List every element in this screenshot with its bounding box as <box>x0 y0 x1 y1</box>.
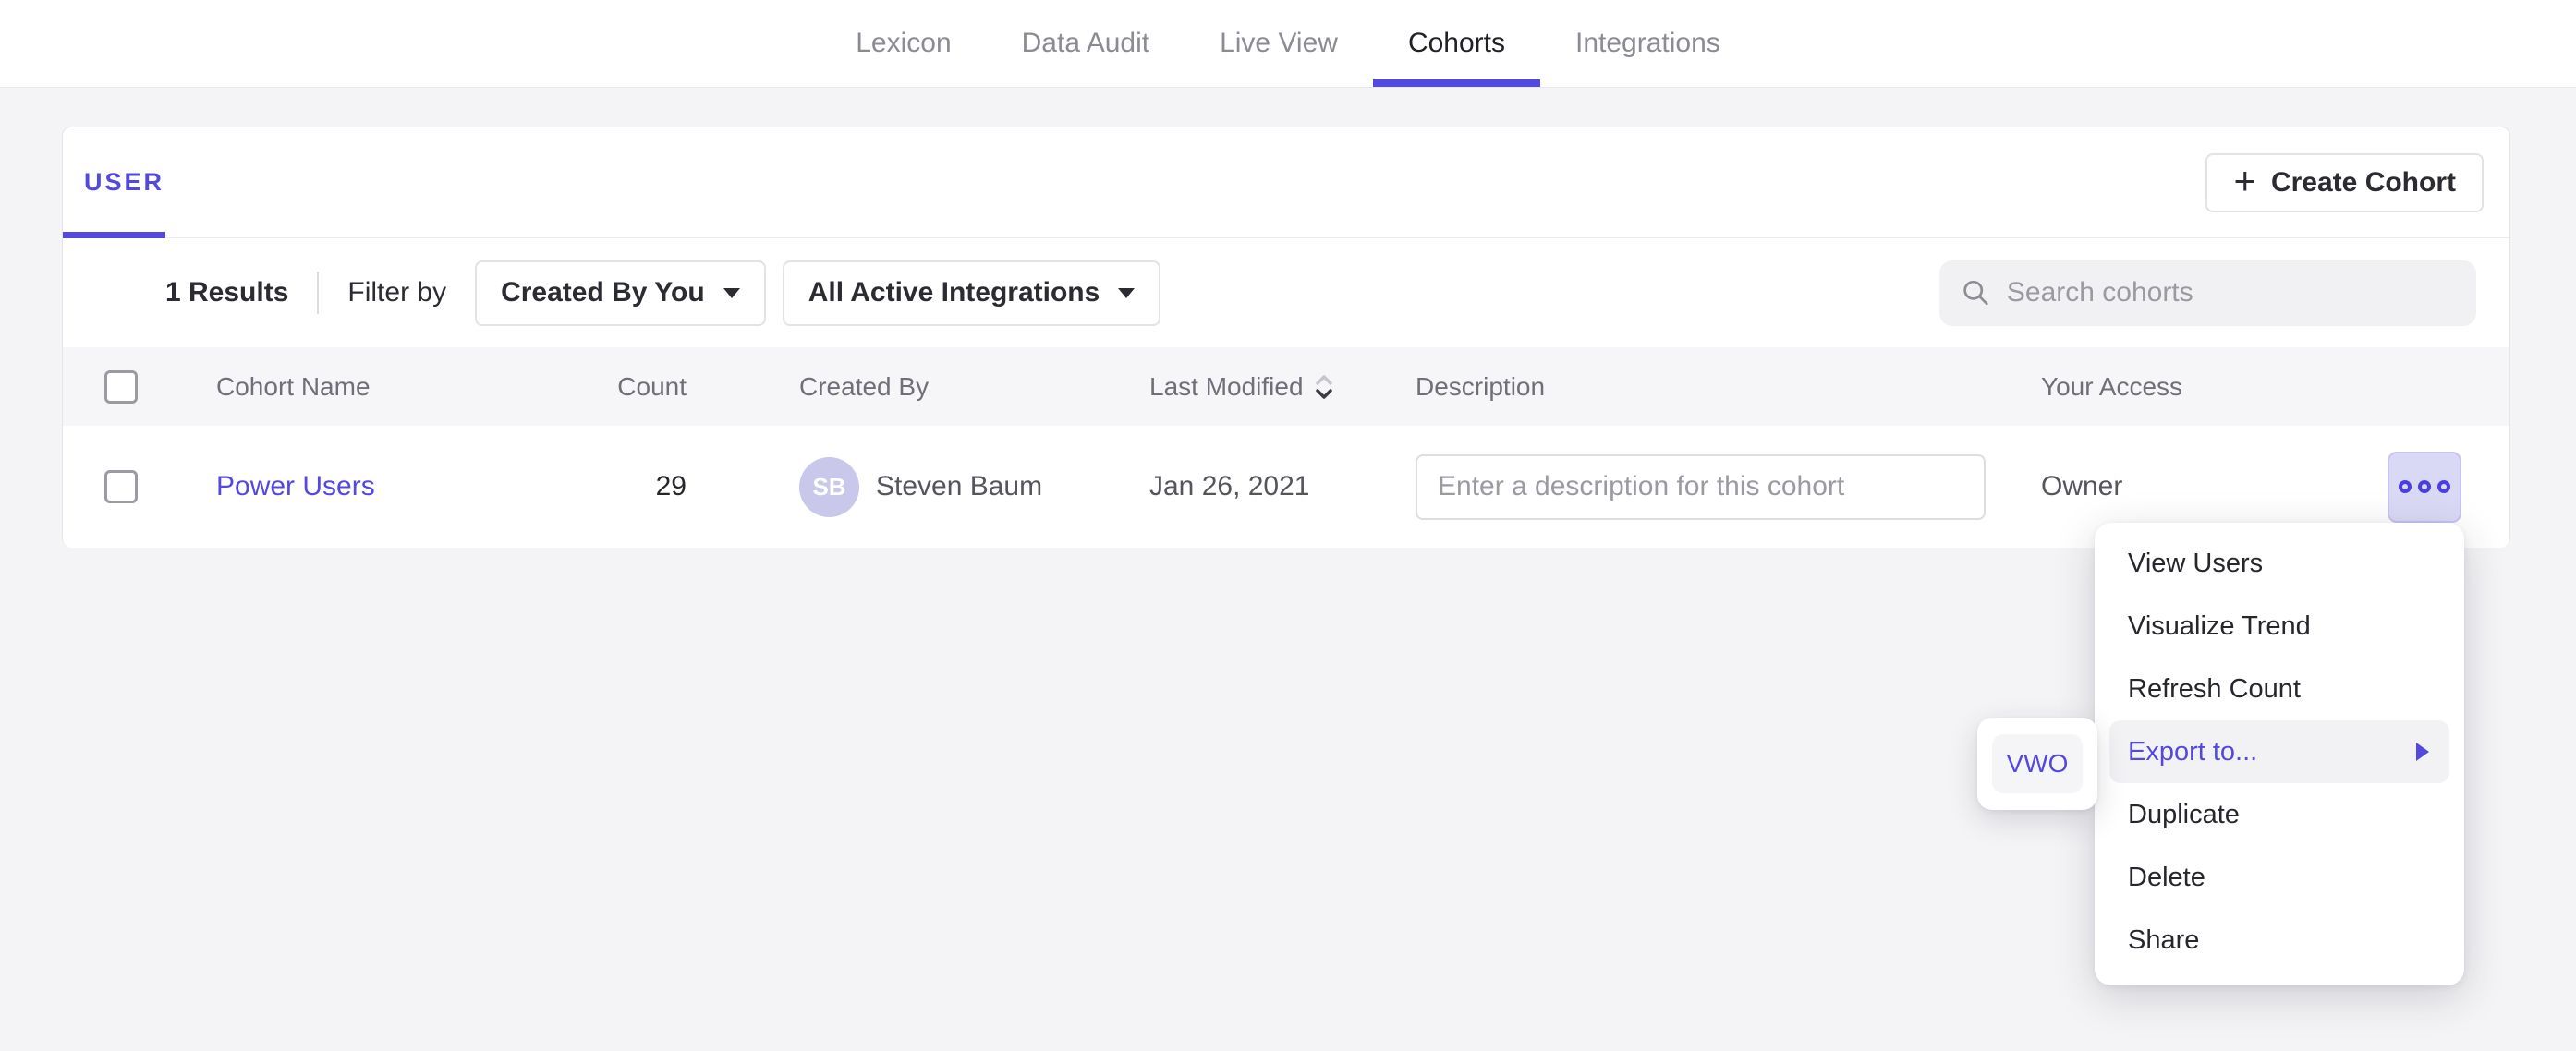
menu-item-view-users[interactable]: View Users <box>2095 532 2464 595</box>
row-checkbox-cell <box>63 470 216 503</box>
nav-item-live-view[interactable]: Live View <box>1185 0 1373 87</box>
search-cohorts-input[interactable] <box>2007 277 2454 308</box>
row-actions-menu: View Users Visualize Trend Refresh Count… <box>2095 523 2464 985</box>
header-last-modified-label: Last Modified <box>1149 372 1304 402</box>
export-submenu: VWO <box>1977 718 2097 810</box>
chevron-down-icon <box>1118 288 1135 298</box>
row-actions-button[interactable] <box>2388 452 2461 523</box>
header-your-access-label: Your Access <box>2041 372 2182 402</box>
header-count[interactable]: Count <box>576 372 687 402</box>
top-navigation: Lexicon Data Audit Live View Cohorts Int… <box>0 0 2576 88</box>
header-created-by[interactable]: Created By <box>687 372 1149 402</box>
header-last-modified[interactable]: Last Modified <box>1149 371 1404 403</box>
results-count: 1 Results <box>165 277 288 308</box>
nav-item-cohorts[interactable]: Cohorts <box>1373 0 1540 87</box>
header-cohort-name[interactable]: Cohort Name <box>216 372 576 402</box>
description-input[interactable] <box>1416 454 1986 520</box>
submenu-arrow-icon <box>2416 743 2429 761</box>
cohorts-panel: USER + Create Cohort 1 Results Filter by… <box>62 127 2510 547</box>
search-cohorts-box[interactable] <box>1939 260 2476 326</box>
avatar: SB <box>799 457 859 517</box>
header-checkbox-cell <box>63 370 216 404</box>
dot-icon <box>2437 480 2450 493</box>
created-by-cell: SB Steven Baum <box>687 457 1149 517</box>
menu-item-share[interactable]: Share <box>2095 909 2464 972</box>
menu-item-delete[interactable]: Delete <box>2095 846 2464 909</box>
cohort-count: 29 <box>576 471 687 502</box>
create-cohort-button[interactable]: + Create Cohort <box>2205 153 2484 212</box>
created-by-filter-dropdown[interactable]: Created By You <box>475 260 766 326</box>
tab-user[interactable]: USER <box>84 168 164 197</box>
last-modified-date: Jan 26, 2021 <box>1149 471 1404 502</box>
sort-icon[interactable] <box>1313 371 1335 403</box>
search-icon <box>1962 277 1990 308</box>
nav-item-data-audit[interactable]: Data Audit <box>987 0 1185 87</box>
menu-item-visualize-trend[interactable]: Visualize Trend <box>2095 595 2464 658</box>
integrations-filter-value: All Active Integrations <box>808 277 1100 308</box>
tab-user-underline <box>63 232 165 238</box>
cohort-name-link[interactable]: Power Users <box>216 471 375 501</box>
nav-item-integrations[interactable]: Integrations <box>1540 0 1756 87</box>
nav-item-lexicon[interactable]: Lexicon <box>820 0 986 87</box>
menu-item-refresh-count[interactable]: Refresh Count <box>2095 658 2464 720</box>
panel-header: USER + Create Cohort <box>63 127 2509 238</box>
submenu-item-vwo[interactable]: VWO <box>1992 734 2083 793</box>
header-description: Description <box>1404 372 2041 402</box>
plus-icon: + <box>2233 162 2256 200</box>
select-all-checkbox[interactable] <box>104 370 138 404</box>
menu-item-duplicate[interactable]: Duplicate <box>2095 783 2464 846</box>
divider <box>317 272 319 314</box>
row-checkbox[interactable] <box>104 470 138 503</box>
filter-by-label: Filter by <box>347 277 446 308</box>
chevron-down-icon <box>723 288 740 298</box>
dot-icon <box>2399 480 2412 493</box>
filter-toolbar: 1 Results Filter by Created By You All A… <box>63 238 2509 347</box>
table-header-row: Cohort Name Count Created By Last Modifi… <box>63 347 2509 426</box>
integrations-filter-dropdown[interactable]: All Active Integrations <box>783 260 1161 326</box>
created-by-name: Steven Baum <box>876 471 1042 502</box>
dot-icon <box>2418 480 2431 493</box>
create-cohort-label: Create Cohort <box>2271 167 2456 199</box>
access-level: Owner <box>2041 471 2122 502</box>
menu-item-export-to-label: Export to... <box>2128 737 2257 767</box>
created-by-filter-value: Created By You <box>501 277 705 308</box>
menu-item-export-to[interactable]: Export to... <box>2109 720 2449 783</box>
header-your-access: Your Access <box>2041 372 2509 402</box>
